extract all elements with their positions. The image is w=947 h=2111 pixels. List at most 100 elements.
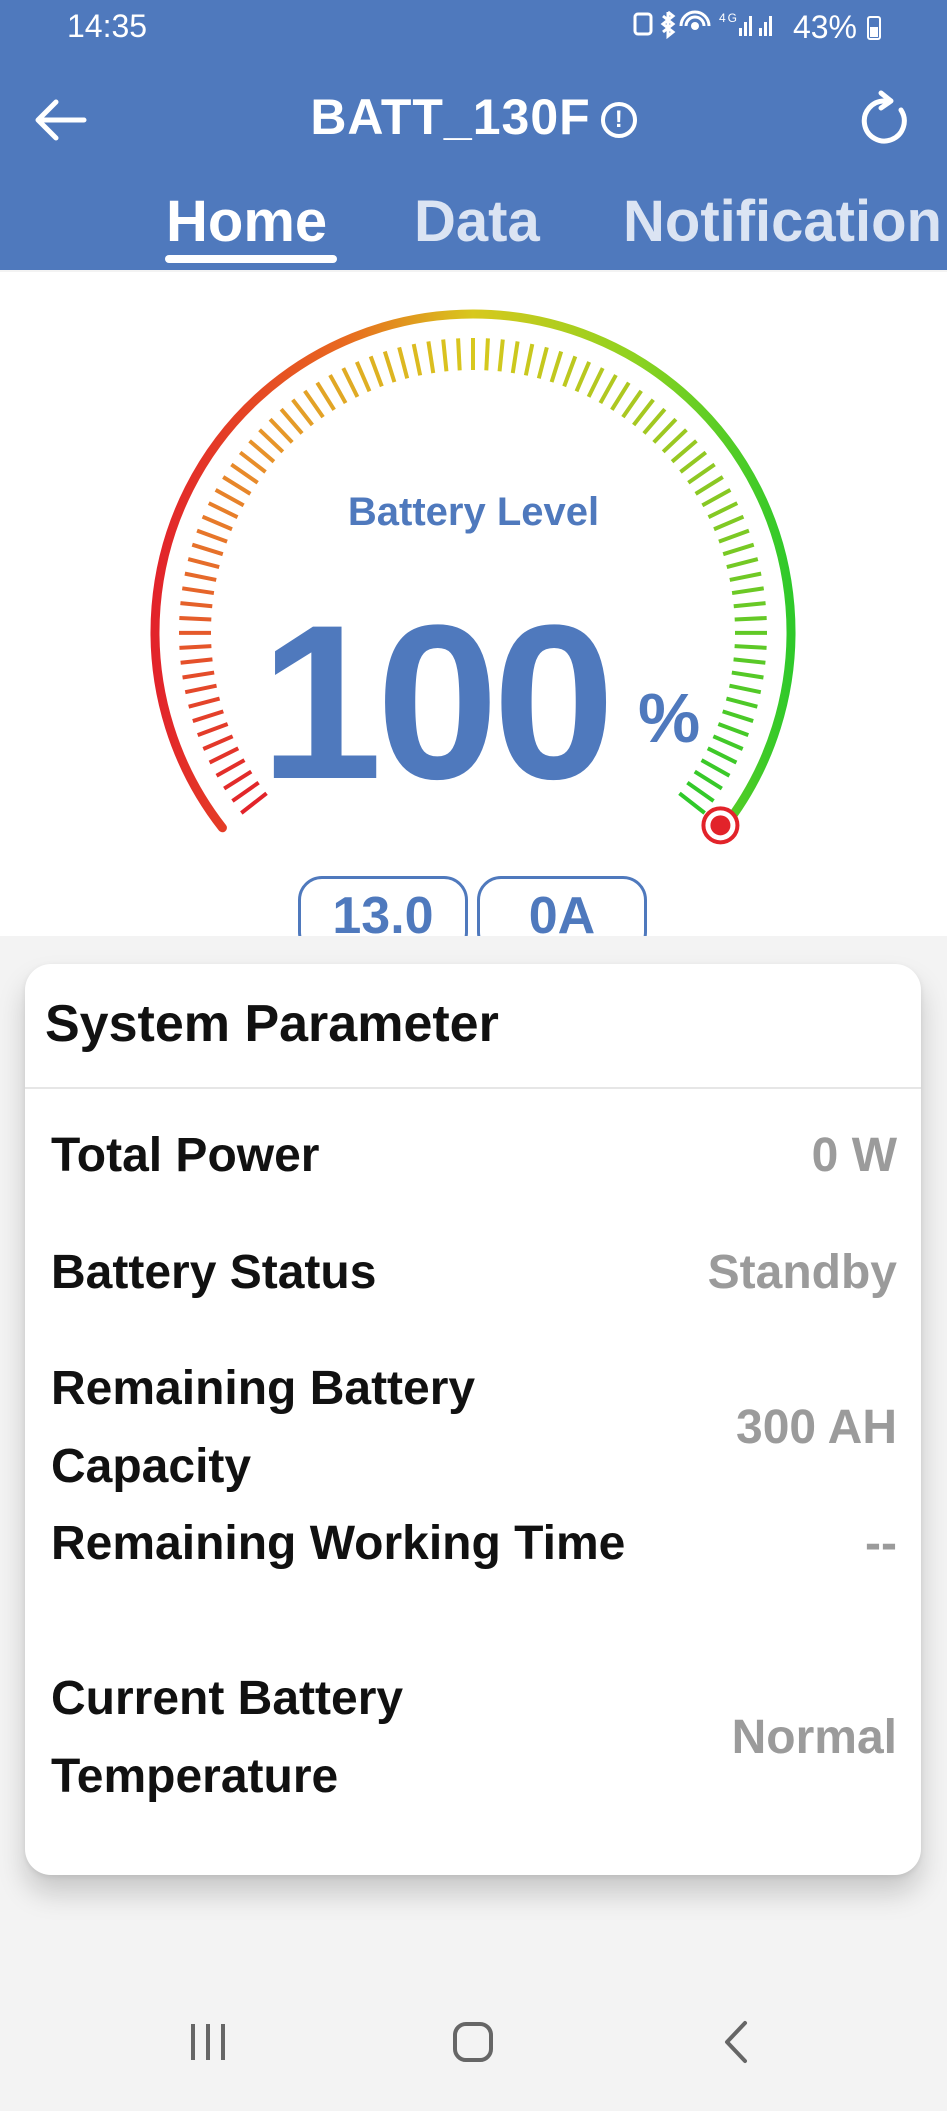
gauge-tick bbox=[426, 341, 436, 374]
info-icon[interactable]: ! bbox=[600, 102, 637, 138]
gauge-tick bbox=[712, 734, 744, 751]
recent-apps-button[interactable] bbox=[168, 2012, 248, 2072]
gauge-tick bbox=[687, 462, 716, 485]
gauge-title: Battery Level bbox=[347, 490, 600, 534]
back-nav-button[interactable] bbox=[698, 2012, 778, 2072]
device-title: BATT_130F bbox=[310, 89, 591, 145]
refresh-icon bbox=[861, 90, 907, 144]
gauge-tick bbox=[678, 791, 706, 815]
param-row-battery-status: Battery Status Standby bbox=[51, 1234, 897, 1312]
gauge-tick bbox=[510, 341, 520, 374]
gauge-tick bbox=[215, 758, 246, 778]
gauge-tick bbox=[642, 407, 667, 435]
tab-bar: Home Data Notification bbox=[0, 188, 947, 270]
gauge-tick bbox=[355, 361, 372, 393]
gauge-tick bbox=[368, 355, 384, 388]
gauge-tick bbox=[574, 361, 591, 393]
gauge-tick bbox=[610, 381, 631, 411]
battery-gauge-panel: Battery Level 100 % 13.0 0A bbox=[0, 272, 947, 936]
gauge-tick bbox=[731, 586, 765, 596]
param-label: Battery Status bbox=[51, 1246, 377, 1299]
gauge-tick bbox=[279, 407, 304, 435]
status-bar: 14:35 4G 43% bbox=[0, 0, 947, 58]
gauge-tick bbox=[497, 339, 505, 372]
home-button[interactable] bbox=[433, 2012, 513, 2072]
param-row-working-time: Remaining Working Time -- bbox=[51, 1505, 897, 1583]
gauge-tick bbox=[303, 389, 325, 419]
gauge-tick bbox=[652, 417, 678, 444]
gauge-tick bbox=[523, 343, 535, 376]
network-type-label: 4G bbox=[719, 11, 739, 25]
gauge-tick bbox=[731, 670, 764, 680]
gauge-tick bbox=[700, 758, 731, 778]
recent-apps-icon bbox=[191, 2024, 225, 2060]
param-value: 300 AH bbox=[736, 1401, 897, 1454]
tab-home[interactable]: Home bbox=[166, 188, 327, 255]
card-title: System Parameter bbox=[45, 995, 499, 1053]
param-value: Normal bbox=[731, 1711, 897, 1764]
refresh-button[interactable] bbox=[849, 86, 919, 156]
gauge-tick bbox=[248, 439, 276, 464]
gauge-tick bbox=[188, 696, 221, 709]
gauge-tick bbox=[411, 343, 423, 376]
gauge-tick bbox=[661, 428, 688, 454]
gauge-tick bbox=[706, 746, 738, 765]
gauge-tick bbox=[187, 557, 220, 569]
gauge-tick bbox=[722, 709, 754, 723]
gauge-tick bbox=[729, 571, 762, 582]
gauge-tick bbox=[733, 657, 766, 665]
gauge-tick bbox=[184, 683, 217, 695]
gauge-tick bbox=[291, 398, 314, 427]
param-row-battery-temperature: Current Battery Temperature Normal bbox=[51, 1660, 897, 1816]
gauge-tick bbox=[734, 616, 767, 622]
voltage-pill: 13.0 bbox=[298, 876, 468, 936]
battery-percent: 43% bbox=[792, 9, 857, 45]
gauge-tick bbox=[184, 571, 217, 582]
gauge-tick bbox=[179, 644, 212, 650]
battery-icon bbox=[867, 15, 881, 40]
gauge-tick bbox=[686, 780, 715, 803]
param-label: Remaining Working Time bbox=[51, 1517, 626, 1570]
gauge-tick bbox=[484, 338, 490, 371]
gauge-tick bbox=[632, 398, 655, 427]
tab-data[interactable]: Data bbox=[414, 188, 540, 255]
gauge-tick bbox=[179, 616, 212, 622]
home-icon bbox=[453, 2022, 493, 2062]
status-icons: 4G 43% bbox=[633, 8, 881, 47]
param-label: Total Power bbox=[51, 1129, 320, 1182]
gauge-tick bbox=[693, 769, 723, 791]
gauge-tick bbox=[341, 367, 360, 398]
param-label: Current Battery Temperature bbox=[51, 1672, 404, 1803]
gauge-tick bbox=[202, 734, 234, 751]
gauge-tick bbox=[598, 374, 618, 405]
gauge-tick bbox=[734, 644, 767, 650]
gauge-tick bbox=[223, 769, 253, 791]
gauge-tick bbox=[733, 601, 766, 609]
gauge-tick bbox=[315, 381, 336, 411]
gauge-tick bbox=[549, 350, 564, 383]
gauge-tick bbox=[456, 338, 462, 371]
battery-level-unit: % bbox=[638, 679, 701, 757]
gauge-tick bbox=[196, 722, 229, 738]
active-tab-indicator bbox=[165, 255, 337, 263]
param-label: Remaining Battery Capacity bbox=[51, 1362, 476, 1493]
tab-notification[interactable]: Notification bbox=[623, 188, 942, 255]
gauge-tick bbox=[180, 601, 213, 609]
param-row-remaining-capacity: Remaining Battery Capacity 300 AH bbox=[51, 1350, 897, 1506]
param-value: 0 W bbox=[811, 1129, 897, 1182]
gauge-tick bbox=[536, 346, 549, 379]
param-row-total-power: Total Power 0 W bbox=[51, 1117, 897, 1195]
gauge-tick bbox=[726, 557, 759, 569]
status-glyphs-icon: 4G bbox=[633, 10, 772, 40]
gauge-tick bbox=[191, 542, 224, 557]
battery-level-value: 100 bbox=[260, 579, 615, 825]
gauge-tick bbox=[725, 696, 758, 709]
connectivity-icons: 4G bbox=[633, 8, 783, 47]
gauge-tick bbox=[180, 657, 213, 665]
gauge-tick bbox=[181, 586, 215, 596]
gauge-tick bbox=[182, 670, 215, 680]
back-chevron-icon bbox=[725, 2021, 747, 2063]
current-pill: 0A bbox=[477, 876, 647, 936]
app-header: 14:35 4G 43% BATT_130F ! Home Data Notif… bbox=[0, 0, 947, 270]
system-nav-bar bbox=[0, 1992, 947, 2111]
